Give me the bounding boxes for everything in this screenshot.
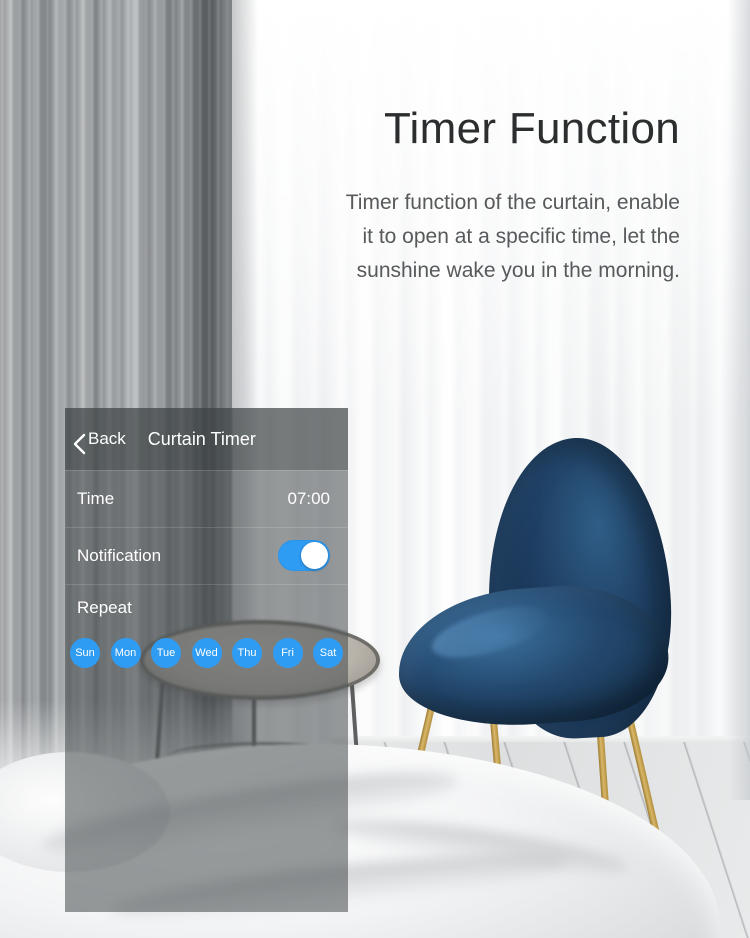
notification-toggle[interactable]	[278, 540, 330, 571]
page-title: Timer Function	[384, 104, 680, 153]
toggle-knob	[301, 542, 328, 569]
sheer-curtain-right-edge	[728, 0, 750, 800]
chevron-left-icon	[73, 433, 86, 454]
time-row[interactable]: Time 07:00	[65, 470, 348, 527]
notification-row-label: Notification	[77, 545, 162, 565]
day-chip-sun[interactable]: Sun	[70, 638, 100, 668]
day-chip-wed[interactable]: Wed	[191, 638, 222, 668]
panel-header: Back Curtain Timer	[65, 408, 348, 470]
day-chip-thu[interactable]: Thu	[232, 638, 262, 668]
repeat-day-selector[interactable]: Sun Mon Tue Wed Thu Fri Sat	[65, 632, 348, 668]
screenshot-root: Timer Function Timer function of the cur…	[0, 0, 750, 938]
day-chip-fri[interactable]: Fri	[272, 638, 303, 668]
repeat-label: Repeat	[77, 598, 132, 617]
panel-title: Curtain Timer	[147, 428, 256, 449]
curtain-timer-panel: Back Curtain Timer Time 07:00 Notificati…	[65, 408, 348, 912]
page-description: Timer function of the curtain, enable it…	[345, 191, 680, 282]
back-button[interactable]: Back	[73, 429, 126, 454]
back-button-label: Back	[88, 429, 126, 448]
day-chip-mon[interactable]: Mon	[110, 638, 141, 668]
time-row-label: Time	[77, 488, 115, 508]
day-chip-sat[interactable]: Sat	[313, 638, 343, 668]
notification-row[interactable]: Notification	[65, 527, 348, 584]
repeat-section-header: Repeat	[65, 584, 348, 632]
day-chip-tue[interactable]: Tue	[151, 638, 181, 668]
time-row-value: 07:00	[287, 488, 330, 508]
